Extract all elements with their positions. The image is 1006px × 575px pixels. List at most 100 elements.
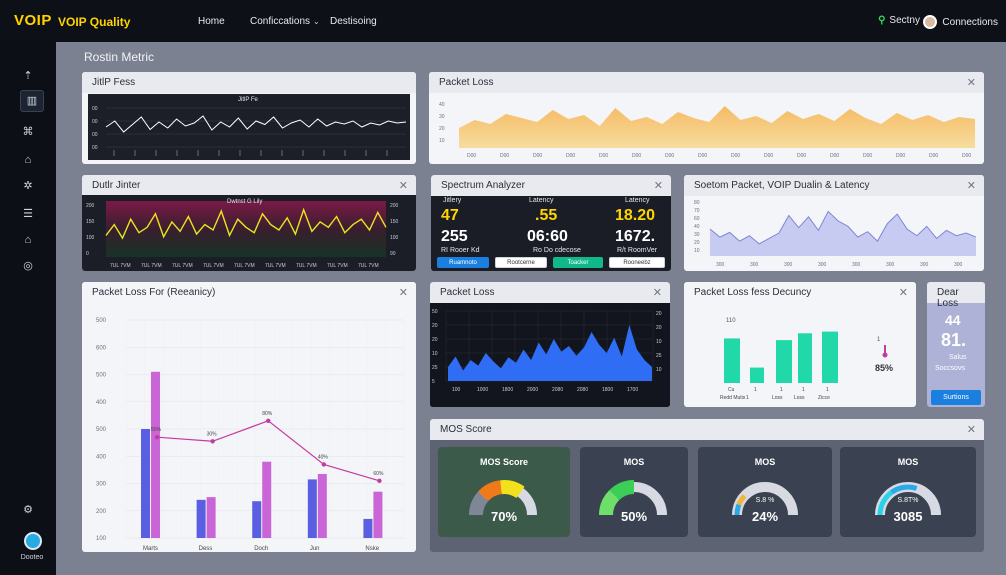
tick-label: 500 xyxy=(96,318,107,324)
tick-label: D00 xyxy=(500,153,509,159)
nav-configurations[interactable]: Conficcations ⌄ xyxy=(250,16,320,27)
tick-label: 7UL 7VM xyxy=(203,263,224,269)
tick-label: 1000 xyxy=(477,387,488,393)
close-icon[interactable]: ✕ xyxy=(899,286,908,299)
packet-loss-top-chart: 40 30 20 10 D00 D00 D00 D00 D00 D00 D00 D00 D00 D00 D0… xyxy=(439,102,975,159)
card-header: Dutlr Jinter ✕ xyxy=(82,175,416,196)
card-title: MOS Score xyxy=(440,424,492,435)
close-icon[interactable]: ✕ xyxy=(399,286,408,299)
tick-label: 1800 xyxy=(502,387,513,393)
tick-label: D00 xyxy=(764,153,773,159)
dashboard-icon[interactable]: ▥ xyxy=(20,90,44,112)
gear-icon[interactable]: ⚙ xyxy=(20,502,36,518)
point-label: 40% xyxy=(318,454,329,460)
tick-label: 20 xyxy=(694,240,700,246)
trend-point xyxy=(210,439,215,444)
tick-label: 10 xyxy=(656,339,662,345)
tick-label: 150 xyxy=(86,219,95,225)
tick-label: 40 xyxy=(439,102,445,108)
close-icon[interactable]: ✕ xyxy=(654,179,663,192)
tick-label: 20 xyxy=(432,323,438,329)
point-label: 30% xyxy=(207,431,218,437)
main-area: Rostin Metric JitlP Fess 00 00 00 00 JitlP … xyxy=(56,42,1006,575)
avatar xyxy=(923,15,938,29)
chart-title: JitlP Fe xyxy=(238,97,259,103)
tick-label: 300 xyxy=(818,262,827,268)
metric-pill[interactable]: Toacker xyxy=(553,257,603,268)
gauge-arc xyxy=(477,480,503,502)
card-header: Packet Loss ✕ xyxy=(430,282,670,303)
bar xyxy=(750,367,764,383)
page-title: Rostin Metric xyxy=(84,50,155,64)
metric-pill[interactable]: Rootcerne xyxy=(495,257,547,268)
gauge xyxy=(469,480,537,516)
gauge-value: 24% xyxy=(751,509,779,524)
app-name: VOIP Quality xyxy=(58,15,131,29)
x-tick-label: Marts xyxy=(143,546,158,552)
close-icon[interactable]: ✕ xyxy=(399,179,408,192)
jitter-loss-chart: 00 00 00 00 JitlP Fe xyxy=(88,94,410,160)
user-label: Dooteo xyxy=(20,554,44,561)
gauge xyxy=(875,482,941,516)
metric-pill[interactable]: Ruamnoto xyxy=(437,257,489,268)
x-tick-label: 1 xyxy=(826,387,829,393)
close-icon[interactable]: ✕ xyxy=(967,76,976,89)
tick-label: 300 xyxy=(886,262,895,268)
tick-label: 500 xyxy=(96,427,107,433)
tick-label: 2000 xyxy=(527,387,538,393)
tick-label: D00 xyxy=(698,153,707,159)
nav-dashboard[interactable]: Destisoing xyxy=(330,16,377,27)
card-title: JitlP Fess xyxy=(92,77,136,88)
nav-home[interactable]: Home xyxy=(198,16,225,27)
spectrum-packet-card: Soetom Packet, VOIP Dualin & Latency ✕ 80… xyxy=(684,175,984,271)
user-avatar[interactable] xyxy=(24,532,42,550)
metric-value: .55 xyxy=(535,207,558,224)
home-icon[interactable]: ⇡ xyxy=(20,68,36,84)
chart-title: Dwtnst G Lily xyxy=(227,199,262,205)
connections-menu[interactable]: Connections xyxy=(923,15,998,29)
packet-loss-decency-card: Packet Loss fess Decuncy ✕ 110 Cu 1 1 1 1 Redd… xyxy=(684,282,916,407)
dear-loss-sub: Salus xyxy=(949,354,967,361)
bar xyxy=(206,497,216,538)
card-header: Dear Loss xyxy=(927,282,985,309)
tick-label: 200 xyxy=(390,203,399,209)
x-tick-label: Loss xyxy=(794,395,805,401)
connections-label: Connections xyxy=(942,16,998,28)
tick-label: 300 xyxy=(852,262,861,268)
card-title: Spectrum Analyzer xyxy=(441,180,525,191)
chart-icon[interactable]: ⌂ xyxy=(20,152,36,168)
tick-label: D00 xyxy=(863,153,872,159)
house-icon[interactable]: ⌂ xyxy=(20,232,36,248)
search-button[interactable]: ⚲ Sectny xyxy=(878,15,920,26)
level-dot xyxy=(882,352,888,358)
packet-loss-frequency-card: Packet Loss For (Reeanicy) ✕ 500 600 500 400… xyxy=(82,282,416,552)
globe-icon[interactable]: ◎ xyxy=(20,258,36,274)
close-icon[interactable]: ✕ xyxy=(967,179,976,192)
bar xyxy=(307,479,317,538)
x-tick-label: Nske xyxy=(365,546,379,552)
close-icon[interactable]: ✕ xyxy=(653,286,662,299)
tick-label: 90 xyxy=(390,251,396,257)
tick-label: 300 xyxy=(784,262,793,268)
bar xyxy=(196,499,206,538)
dear-loss-button[interactable]: Surtions xyxy=(931,390,981,405)
tick-label: 1800 xyxy=(602,387,613,393)
tick-label: 20 xyxy=(656,325,662,331)
tick-label: 500 xyxy=(96,373,107,379)
tick-label: 600 xyxy=(96,345,107,351)
dear-loss-card: Dear Loss 44 81. Salus Soccsovs xyxy=(927,282,985,407)
tick-label: 20 xyxy=(432,337,438,343)
nav-configurations-label: Conficcations xyxy=(250,16,311,27)
tick-label: D00 xyxy=(632,153,641,159)
tick-label: 20 xyxy=(656,311,662,317)
settings-icon[interactable]: ✲ xyxy=(20,178,36,194)
metric-pill[interactable]: Rooneebz xyxy=(609,257,665,268)
report-icon[interactable]: ☰ xyxy=(20,206,36,222)
network-icon[interactable]: ⌘ xyxy=(20,124,36,140)
close-icon[interactable]: ✕ xyxy=(967,423,976,436)
bar xyxy=(151,371,161,538)
tick-label: 7UL 7VM xyxy=(234,263,255,269)
tick-label: 00 xyxy=(92,145,98,151)
tick-label: 25 xyxy=(656,353,662,359)
packet-loss-area xyxy=(459,106,975,148)
